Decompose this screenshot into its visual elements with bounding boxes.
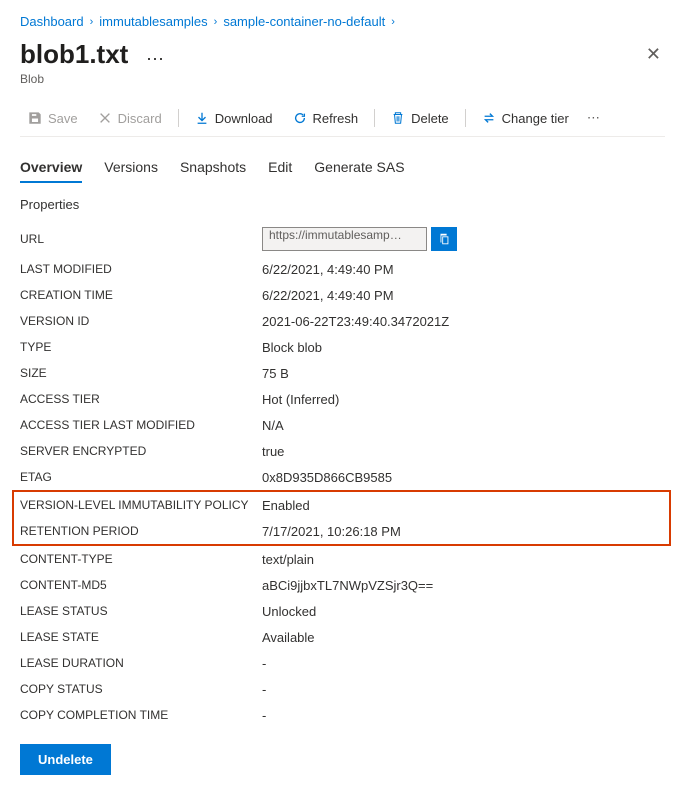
prop-server-encrypted: SERVER ENCRYPTED true <box>20 438 665 464</box>
prop-value: true <box>262 444 284 459</box>
breadcrumb: Dashboard › immutablesamples › sample-co… <box>20 10 665 39</box>
prop-value: aBCi9jjbxTL7NWpVZSjr3Q== <box>262 578 433 593</box>
prop-value: Enabled <box>262 498 310 513</box>
prop-lease-state: LEASE STATE Available <box>20 624 665 650</box>
prop-value: 0x8D935D866CB9585 <box>262 470 392 485</box>
prop-label: LAST MODIFIED <box>20 262 262 276</box>
copy-icon <box>437 232 451 246</box>
prop-value: - <box>262 656 266 671</box>
prop-content-type: CONTENT-TYPE text/plain <box>20 546 665 572</box>
prop-label: SERVER ENCRYPTED <box>20 444 262 458</box>
chevron-right-icon: › <box>90 16 94 28</box>
prop-version-id: VERSION ID 2021-06-22T23:49:40.3472021Z <box>20 308 665 334</box>
page-subtitle: Blob <box>20 72 665 86</box>
save-icon <box>28 111 42 125</box>
prop-label: COPY COMPLETION TIME <box>20 708 262 722</box>
chevron-right-icon: › <box>391 16 395 28</box>
page-title: blob1.txt <box>20 39 128 69</box>
separator <box>178 109 179 127</box>
highlight-box: VERSION-LEVEL IMMUTABILITY POLICY Enable… <box>12 490 671 546</box>
tab-versions[interactable]: Versions <box>104 153 158 183</box>
delete-button[interactable]: Delete <box>383 107 457 130</box>
prop-label: LEASE STATUS <box>20 604 262 618</box>
toolbar: Save Discard Download Refresh Delete Cha… <box>20 100 665 137</box>
breadcrumb-storage-account[interactable]: immutablesamples <box>99 14 207 29</box>
separator <box>374 109 375 127</box>
download-icon <box>195 111 209 125</box>
prop-label: ETAG <box>20 470 262 484</box>
prop-creation-time: CREATION TIME 6/22/2021, 4:49:40 PM <box>20 282 665 308</box>
prop-label: ACCESS TIER <box>20 392 262 406</box>
prop-content-md5: CONTENT-MD5 aBCi9jjbxTL7NWpVZSjr3Q== <box>20 572 665 598</box>
copy-button[interactable] <box>431 227 457 251</box>
prop-label: VERSION-LEVEL IMMUTABILITY POLICY <box>20 498 262 512</box>
prop-immutability-policy: VERSION-LEVEL IMMUTABILITY POLICY Enable… <box>20 492 665 518</box>
close-icon[interactable]: ✕ <box>642 40 665 69</box>
prop-etag: ETAG 0x8D935D866CB9585 <box>20 464 665 490</box>
refresh-icon <box>293 111 307 125</box>
prop-label: CONTENT-MD5 <box>20 578 262 592</box>
prop-size: SIZE 75 B <box>20 360 665 386</box>
prop-value: 7/17/2021, 10:26:18 PM <box>262 524 401 539</box>
prop-label: ACCESS TIER LAST MODIFIED <box>20 418 262 432</box>
prop-label: URL <box>20 232 262 246</box>
prop-value: Unlocked <box>262 604 316 619</box>
prop-value: Available <box>262 630 315 645</box>
url-value[interactable]: https://immutablesamp… <box>262 227 427 251</box>
refresh-button[interactable]: Refresh <box>285 107 367 130</box>
save-button: Save <box>20 107 86 130</box>
header: blob1.txt ⋯ ✕ <box>20 39 665 70</box>
prop-url: URL https://immutablesamp… <box>20 222 665 256</box>
tab-snapshots[interactable]: Snapshots <box>180 153 246 183</box>
download-button[interactable]: Download <box>187 107 281 130</box>
prop-label: CONTENT-TYPE <box>20 552 262 566</box>
more-icon[interactable]: ⋯ <box>581 106 607 130</box>
tab-generate-sas[interactable]: Generate SAS <box>314 153 404 183</box>
prop-access-tier-last-modified: ACCESS TIER LAST MODIFIED N/A <box>20 412 665 438</box>
prop-label: SIZE <box>20 366 262 380</box>
delete-icon <box>391 111 405 125</box>
undelete-button[interactable]: Undelete <box>20 744 111 775</box>
prop-label: LEASE STATE <box>20 630 262 644</box>
prop-value: 75 B <box>262 366 289 381</box>
prop-value: N/A <box>262 418 284 433</box>
separator <box>465 109 466 127</box>
chevron-right-icon: › <box>214 16 218 28</box>
prop-access-tier: ACCESS TIER Hot (Inferred) <box>20 386 665 412</box>
prop-type: TYPE Block blob <box>20 334 665 360</box>
change-tier-button[interactable]: Change tier <box>474 107 577 130</box>
tab-overview[interactable]: Overview <box>20 153 82 183</box>
prop-value: - <box>262 682 266 697</box>
prop-label: COPY STATUS <box>20 682 262 696</box>
discard-button: Discard <box>90 107 170 130</box>
prop-label: LEASE DURATION <box>20 656 262 670</box>
tabs: Overview Versions Snapshots Edit Generat… <box>20 145 665 183</box>
prop-label: TYPE <box>20 340 262 354</box>
prop-value: 6/22/2021, 4:49:40 PM <box>262 288 394 303</box>
tab-edit[interactable]: Edit <box>268 153 292 183</box>
more-icon[interactable]: ⋯ <box>146 49 165 69</box>
prop-value: text/plain <box>262 552 314 567</box>
breadcrumb-dashboard[interactable]: Dashboard <box>20 14 84 29</box>
prop-value: Block blob <box>262 340 322 355</box>
prop-copy-status: COPY STATUS - <box>20 676 665 702</box>
prop-value: 2021-06-22T23:49:40.3472021Z <box>262 314 449 329</box>
breadcrumb-container[interactable]: sample-container-no-default <box>223 14 385 29</box>
discard-icon <box>98 111 112 125</box>
prop-lease-duration: LEASE DURATION - <box>20 650 665 676</box>
prop-value: 6/22/2021, 4:49:40 PM <box>262 262 394 277</box>
prop-label: VERSION ID <box>20 314 262 328</box>
prop-retention-period: RETENTION PERIOD 7/17/2021, 10:26:18 PM <box>20 518 665 544</box>
prop-lease-status: LEASE STATUS Unlocked <box>20 598 665 624</box>
prop-copy-completion-time: COPY COMPLETION TIME - <box>20 702 665 728</box>
prop-last-modified: LAST MODIFIED 6/22/2021, 4:49:40 PM <box>20 256 665 282</box>
prop-label: CREATION TIME <box>20 288 262 302</box>
prop-value: - <box>262 708 266 723</box>
change-tier-icon <box>482 111 496 125</box>
properties-heading: Properties <box>20 197 665 212</box>
prop-label: RETENTION PERIOD <box>20 524 262 538</box>
prop-value: Hot (Inferred) <box>262 392 339 407</box>
